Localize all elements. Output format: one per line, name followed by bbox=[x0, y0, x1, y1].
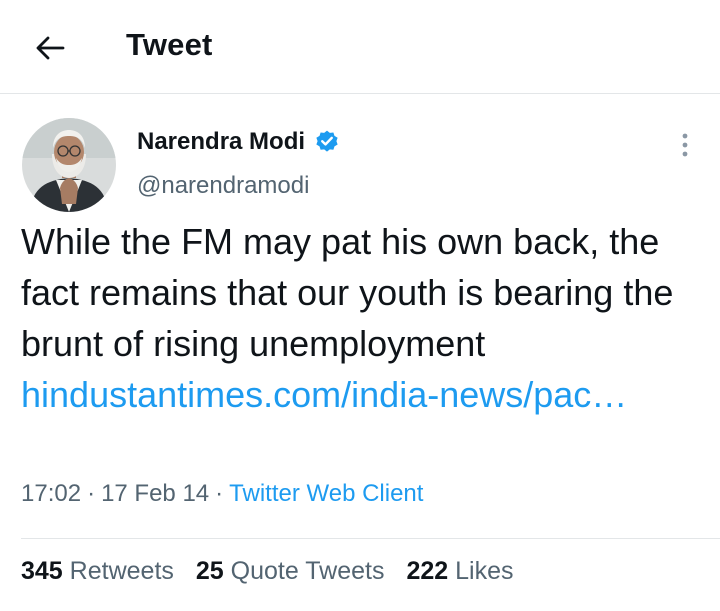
more-vertical-icon bbox=[682, 133, 688, 157]
separator: · bbox=[215, 480, 224, 507]
likes-label: Likes bbox=[455, 557, 514, 585]
likes-stat[interactable]: 222 Likes bbox=[406, 557, 513, 585]
author-handle[interactable]: @narendramodi bbox=[137, 172, 309, 200]
tweet-text: While the FM may pat his own back, the f… bbox=[21, 221, 674, 364]
tweet-meta: 17:02 · 17 Feb 14 · Twitter Web Client bbox=[21, 480, 423, 508]
avatar-image bbox=[22, 118, 116, 212]
arrow-left-icon bbox=[36, 36, 65, 60]
verified-badge-icon bbox=[314, 129, 340, 155]
quote-tweets-count: 25 bbox=[195, 557, 224, 585]
retweets-stat[interactable]: 345 Retweets bbox=[21, 557, 174, 585]
tweet-client[interactable]: Twitter Web Client bbox=[229, 480, 423, 507]
quote-tweets-label: Quote Tweets bbox=[230, 557, 385, 585]
quote-tweets-stat[interactable]: 25 Quote Tweets bbox=[196, 557, 385, 585]
engagement-stats: 345 Retweets 25 Quote Tweets 222 Likes bbox=[21, 557, 536, 586]
author-name-row[interactable]: Narendra Modi bbox=[137, 128, 340, 156]
tweet-body: While the FM may pat his own back, the f… bbox=[21, 216, 701, 420]
tweet-time[interactable]: 17:02 bbox=[21, 480, 81, 507]
avatar[interactable] bbox=[22, 118, 116, 212]
likes-count: 222 bbox=[406, 557, 449, 585]
back-button[interactable] bbox=[30, 28, 70, 68]
retweets-label: Retweets bbox=[69, 557, 174, 585]
retweets-count: 345 bbox=[21, 557, 63, 585]
tweet-date[interactable]: 17 Feb 14 bbox=[101, 480, 209, 507]
author-name: Narendra Modi bbox=[137, 128, 306, 155]
top-bar: Tweet bbox=[0, 0, 720, 94]
page-title: Tweet bbox=[126, 27, 213, 62]
more-options-button[interactable] bbox=[674, 130, 696, 160]
separator: · bbox=[87, 480, 96, 507]
tweet-link[interactable]: hindustantimes.com/india-news/pac… bbox=[21, 374, 627, 415]
divider bbox=[21, 538, 720, 539]
